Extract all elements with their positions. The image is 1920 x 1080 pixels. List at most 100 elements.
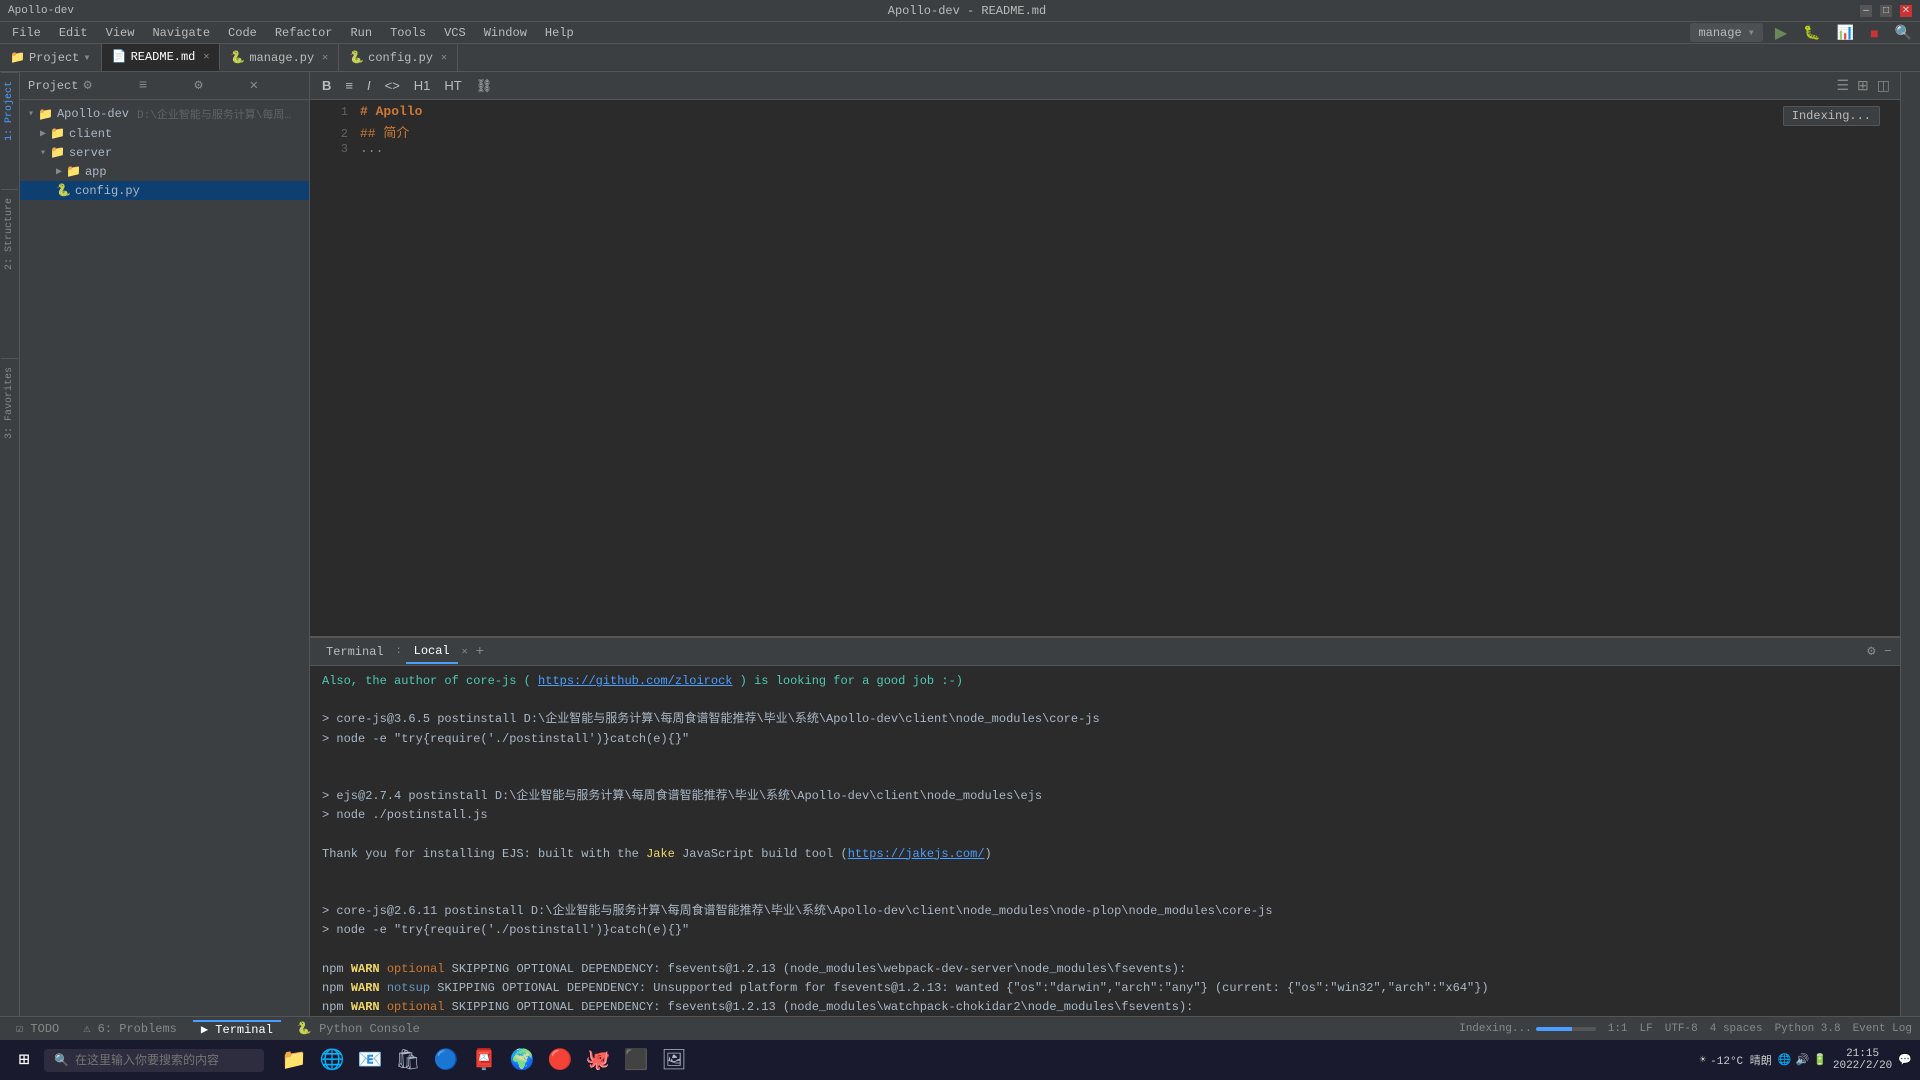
- settings-icon[interactable]: ⚙: [194, 77, 245, 94]
- link-button[interactable]: ⛓: [472, 76, 497, 96]
- taskbar-app-git[interactable]: 🐙: [580, 1042, 616, 1078]
- sync-icon[interactable]: ⚙: [83, 77, 134, 94]
- corelink[interactable]: https://github.com/zloirock: [538, 674, 732, 688]
- terminal-bottom-tab[interactable]: ▶ Terminal: [193, 1020, 281, 1037]
- terminal-tab[interactable]: Terminal: [318, 641, 392, 663]
- editor-content[interactable]: 1 # Apollo 2 ## 简介 3 ... Indexing...: [310, 100, 1900, 636]
- ht-button[interactable]: HT: [440, 76, 465, 95]
- terminal-line-cjs2b: > node -e "try{require('./postinstall')}…: [322, 921, 1888, 940]
- menu-run[interactable]: Run: [342, 24, 380, 42]
- volume-icon[interactable]: 🔊: [1795, 1053, 1809, 1067]
- config-tab-close[interactable]: ✕: [441, 52, 447, 64]
- terminal-content[interactable]: Also, the author of core-js ( https://gi…: [310, 666, 1900, 1016]
- menu-vcs[interactable]: VCS: [436, 24, 474, 42]
- notification-icon[interactable]: 💬: [1898, 1053, 1912, 1067]
- run-config-dropdown-icon[interactable]: ▾: [1748, 25, 1755, 40]
- close-button[interactable]: ✕: [1900, 5, 1912, 17]
- split-view-button[interactable]: ⊞: [1855, 75, 1871, 96]
- vl-project-tab[interactable]: 1: Project: [1, 72, 18, 149]
- file-tab-manage[interactable]: 🐍 manage.py ✕: [220, 44, 339, 71]
- line-ending[interactable]: LF: [1640, 1023, 1653, 1035]
- menu-view[interactable]: View: [98, 24, 143, 42]
- terminal-local-tab[interactable]: Local: [406, 640, 458, 664]
- terminal-line-thanks: Thank you for installing EJS: built with…: [322, 845, 1888, 864]
- taskbar-app-term[interactable]: ⬛: [618, 1042, 654, 1078]
- stop-button[interactable]: ■: [1866, 23, 1882, 43]
- menu-window[interactable]: Window: [476, 24, 535, 42]
- sidebar-title: Project: [28, 79, 79, 93]
- taskbar-app-store[interactable]: 🛍: [390, 1042, 426, 1078]
- network-icon[interactable]: 🌐: [1778, 1053, 1792, 1067]
- todo-tab[interactable]: ☑ TODO: [8, 1021, 67, 1036]
- cursor-position[interactable]: 1:1: [1608, 1023, 1628, 1035]
- h1-button[interactable]: H1: [410, 76, 435, 95]
- folder-icon: 📁: [10, 50, 25, 65]
- coverage-button[interactable]: 📊: [1833, 22, 1858, 43]
- vl-structure-tab[interactable]: 2: Structure: [1, 189, 18, 278]
- menu-edit[interactable]: Edit: [51, 24, 96, 42]
- taskbar-app-mail[interactable]: 📧: [352, 1042, 388, 1078]
- project-tree: ▾ 📁 Apollo-dev D:\企业智能与服务计算\每周食谱智能推荐\毕业\…: [20, 100, 309, 1016]
- terminal-minimize-icon[interactable]: –: [1884, 643, 1892, 660]
- tree-app[interactable]: ▶ 📁 app: [20, 162, 309, 181]
- code-button[interactable]: <>: [381, 76, 404, 95]
- taskbar-app-chrome[interactable]: 🔵: [428, 1042, 464, 1078]
- taskbar-app-edge[interactable]: 🌐: [314, 1042, 350, 1078]
- encoding[interactable]: UTF-8: [1665, 1023, 1698, 1035]
- tree-root[interactable]: ▾ 📁 Apollo-dev D:\企业智能与服务计算\每周食谱智能推荐\毕业\…: [20, 104, 309, 124]
- run-button[interactable]: ▶: [1771, 21, 1791, 45]
- minimize-button[interactable]: –: [1860, 5, 1872, 17]
- problems-tab[interactable]: ⚠ 6: Problems: [75, 1021, 185, 1036]
- taskbar-app-outlook[interactable]: 📮: [466, 1042, 502, 1078]
- root-chevron-icon: ▾: [28, 108, 34, 120]
- code-line-3: 3 ...: [310, 141, 1900, 159]
- jakejs-link[interactable]: https://jakejs.com/: [848, 847, 985, 861]
- debug-button[interactable]: 🐛: [1799, 22, 1824, 43]
- file-tab-config[interactable]: 🐍 config.py ✕: [339, 44, 458, 71]
- terminal-settings-icon[interactable]: ⚙: [1867, 643, 1875, 660]
- close-sidebar-icon[interactable]: ✕: [250, 77, 301, 94]
- menu-navigate[interactable]: Navigate: [144, 24, 218, 42]
- menu-help[interactable]: Help: [537, 24, 582, 42]
- taskbar-app-files[interactable]: 📁: [276, 1042, 312, 1078]
- table-button[interactable]: ≡: [341, 76, 357, 95]
- taskbar-search-box[interactable]: 🔍: [44, 1049, 264, 1072]
- menu-tools[interactable]: Tools: [382, 24, 434, 42]
- tree-config[interactable]: 🐍 config.py: [20, 181, 309, 200]
- readme-tab-close[interactable]: ✕: [203, 51, 209, 63]
- search-everywhere-button[interactable]: 🔍: [1891, 22, 1916, 43]
- taskbar-app-red[interactable]: 🔴: [542, 1042, 578, 1078]
- server-folder-icon: 📁: [50, 145, 65, 160]
- taskbar-search-input[interactable]: [75, 1053, 235, 1067]
- tree-server[interactable]: ▾ 📁 server: [20, 143, 309, 162]
- preview-view-button[interactable]: ◫: [1875, 75, 1892, 96]
- terminal-local-close[interactable]: ✕: [462, 646, 468, 658]
- bold-button[interactable]: B: [318, 76, 335, 95]
- maximize-button[interactable]: □: [1880, 5, 1892, 17]
- windows-start-button[interactable]: ⊞: [8, 1044, 40, 1076]
- tree-client[interactable]: ▶ 📁 client: [20, 124, 309, 143]
- menu-code[interactable]: Code: [220, 24, 265, 42]
- file-tab-readme[interactable]: 📄 README.md ✕: [102, 44, 221, 71]
- terminal-line-cyan: Also, the author of core-js ( https://gi…: [322, 672, 1888, 691]
- manage-tab-close[interactable]: ✕: [322, 52, 328, 64]
- indent[interactable]: 4 spaces: [1710, 1023, 1763, 1035]
- menu-refactor[interactable]: Refactor: [267, 24, 341, 42]
- taskbar-app-img[interactable]: 🖼: [656, 1042, 692, 1078]
- list-view-button[interactable]: ☰: [1834, 75, 1851, 96]
- collapse-icon[interactable]: ≡: [139, 78, 190, 94]
- project-tab[interactable]: 📁 Project ▾: [0, 44, 102, 71]
- language[interactable]: Python 3.8: [1775, 1023, 1841, 1035]
- clock[interactable]: 21:15 2022/2/20: [1833, 1048, 1892, 1072]
- event-log[interactable]: Event Log: [1853, 1023, 1912, 1035]
- battery-icon[interactable]: 🔋: [1813, 1053, 1827, 1067]
- terminal-add-button[interactable]: +: [476, 644, 484, 660]
- vl-favorites-tab[interactable]: 3: Favorites: [1, 358, 18, 447]
- italic-button[interactable]: I: [363, 76, 375, 95]
- indexing-progress-bar: [1536, 1027, 1596, 1031]
- code-line-2: 2 ## 简介: [310, 122, 1900, 141]
- menu-file[interactable]: File: [4, 24, 49, 42]
- python-console-tab[interactable]: 🐍 Python Console: [289, 1021, 428, 1036]
- terminal-blank-1: [322, 691, 1888, 710]
- taskbar-app-ie[interactable]: 🌍: [504, 1042, 540, 1078]
